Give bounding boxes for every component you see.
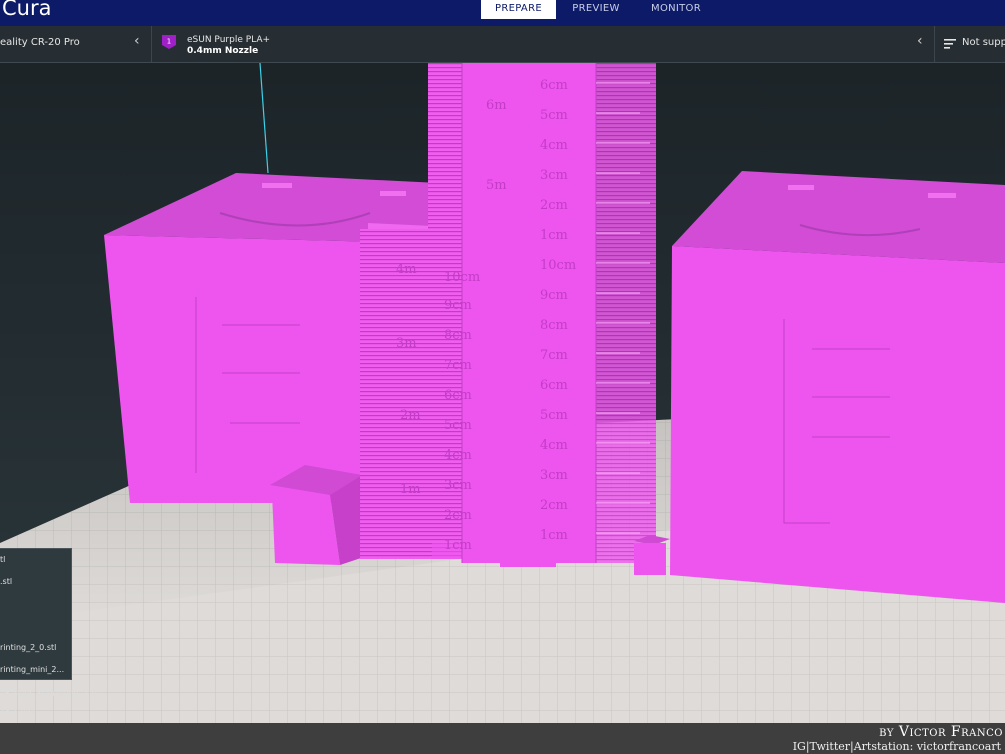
ruler-right-layers (596, 63, 656, 563)
ruler-label-cm: 6cm (444, 388, 472, 403)
ruler-label-right: 1cm (540, 528, 568, 543)
stage-header: Cura PREPARE PREVIEW MONITOR (0, 0, 1005, 26)
ruler-label-front: 3m (396, 336, 417, 351)
ruler-label-right: 7cm (540, 348, 568, 363)
credit-author: by Victor Franco (879, 724, 1003, 740)
ruler-label-cm: 1cm (444, 538, 472, 553)
ruler-label-right: 1cm (540, 228, 568, 243)
ruler-label-right: 6cm (540, 78, 568, 93)
left-cube-notch (262, 183, 292, 188)
ruler-label-right: 4cm (540, 138, 568, 153)
ruler-label-cm: 7cm (444, 358, 472, 373)
small-cube-model[interactable] (270, 465, 364, 565)
machine-toolbar: eality CR-20 Pro ‹ 1 eSUN Purple PLA+ 0.… (0, 26, 1005, 63)
ruler-label-cm: 8cm (444, 328, 472, 343)
tab-preview[interactable]: PREVIEW (556, 0, 636, 19)
ruler-label-cm: 3cm (444, 478, 472, 493)
selected-object-dimensions: 18.1 mm (0, 707, 36, 716)
ruler-label-right: 8cm (540, 318, 568, 333)
ruler-label-right: 2cm (540, 498, 568, 513)
toolbar-divider (934, 26, 935, 62)
build-plate-scene[interactable]: 6m 5m 4m 3m 2m 1m 10cm 9cm 8cm 7cm 6cm 5… (0, 63, 1005, 723)
left-cube-notch (380, 191, 406, 196)
ruler-label-tall: 6m (486, 98, 507, 113)
ruler-tall-section (462, 63, 596, 563)
print-settings-label[interactable]: Not suppo (962, 37, 1005, 48)
ruler-label-front: 4m (396, 262, 417, 277)
3d-viewport[interactable]: 6m 5m 4m 3m 2m 1m 10cm 9cm 8cm 7cm 6cm 5… (0, 63, 1005, 723)
object-list-item[interactable]: .stl (0, 577, 12, 586)
right-cube-model[interactable] (670, 171, 1005, 603)
ruler-label-right: 2cm (540, 198, 568, 213)
nozzle-size[interactable]: 0.4mm Nozzle (187, 46, 258, 56)
ruler-label-cm: 5cm (444, 418, 472, 433)
ruler-label-cm: 10cm (444, 270, 480, 285)
ruler-label-cm: 4cm (444, 448, 472, 463)
ruler-label-front: 2m (400, 408, 421, 423)
printer-selector[interactable]: eality CR-20 Pro (0, 37, 80, 48)
ruler-base (500, 551, 556, 567)
ruler-label-right: 5cm (540, 408, 568, 423)
ruler-label-right: 4cm (540, 438, 568, 453)
tab-prepare[interactable]: PREPARE (481, 0, 556, 19)
tab-monitor[interactable]: MONITOR (636, 0, 716, 19)
material-name[interactable]: eSUN Purple PLA+ (187, 35, 270, 45)
stage-tabs: PREPARE PREVIEW MONITOR (481, 0, 716, 19)
chevron-left-icon[interactable]: ‹ (134, 33, 140, 49)
ruler-label-right: 9cm (540, 288, 568, 303)
tiny-cube-front (634, 543, 666, 575)
object-list-item[interactable]: tl (0, 555, 5, 564)
extruder-number: 1 (167, 38, 171, 46)
ruler-label-cm: 9cm (444, 298, 472, 313)
object-list-item[interactable]: rinting_2_0.stl (0, 643, 56, 652)
ruler-label-front: 1m (400, 482, 421, 497)
ruler-label-right: 3cm (540, 168, 568, 183)
credit-social: IG|Twitter|Artstation: victorfrancoart (792, 740, 1001, 753)
right-cube-notch (788, 185, 814, 190)
ruler-label-right: 5cm (540, 108, 568, 123)
ruler-label-right: 6cm (540, 378, 568, 393)
ruler-label-right: 10cm (540, 258, 576, 273)
app-logo: Cura (2, 0, 52, 20)
object-list-panel: tl .stl rinting_2_0.stl rinting_mini_2..… (0, 548, 72, 680)
print-settings-icon[interactable] (944, 38, 956, 50)
right-cube-notch (928, 193, 956, 198)
ruler-label-right: 3cm (540, 468, 568, 483)
small-cube-front (272, 493, 340, 565)
ruler-label-tall: 5m (486, 178, 507, 193)
ruler-label-cm: 2cm (444, 508, 472, 523)
chevron-left-icon[interactable]: ‹ (917, 33, 923, 49)
toolbar-divider (151, 26, 152, 62)
object-list-item[interactable]: rinting_mini_2... (0, 665, 64, 674)
tiny-cube-model[interactable] (634, 535, 670, 575)
selected-object-name: vF Ruler_3DPrinting_2_0 (0, 689, 97, 698)
right-cube-front (670, 246, 1005, 603)
extruder-badge-icon: 1 (162, 35, 176, 49)
